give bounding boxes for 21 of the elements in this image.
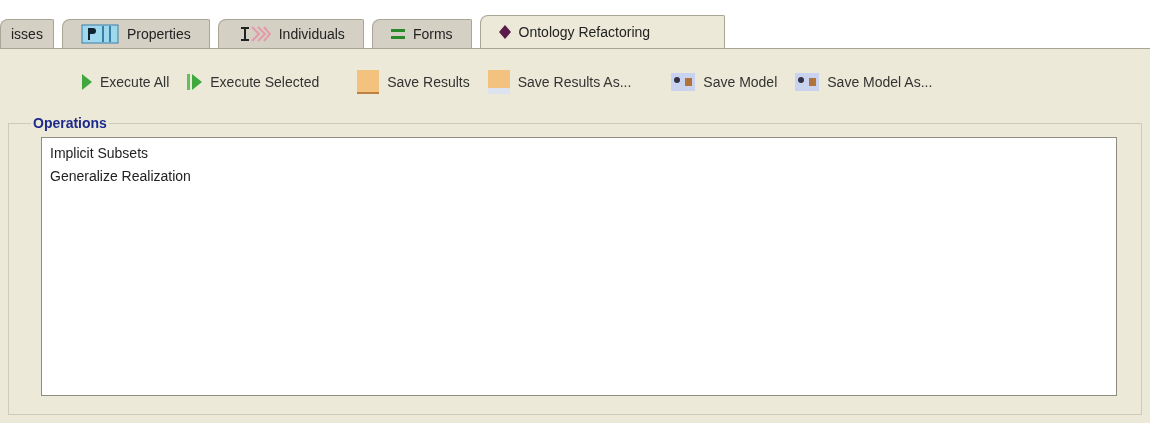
list-item[interactable]: Implicit Subsets	[48, 142, 151, 165]
play-bar-icon	[187, 74, 203, 90]
model-icon	[671, 73, 696, 91]
equals-icon	[390, 28, 405, 40]
group-title: Operations	[32, 115, 108, 131]
diamond-icon	[498, 25, 511, 39]
toolbar-button[interactable]: Save Model As...	[791, 73, 937, 91]
toolbar-button[interactable]: Save Results As...	[483, 70, 636, 94]
tab[interactable]: isses	[0, 19, 54, 48]
toolbar-button[interactable]: Save Model	[667, 73, 782, 91]
p-letter-icon	[80, 24, 119, 44]
play-icon	[82, 74, 92, 90]
tab[interactable]: Individuals	[217, 19, 364, 48]
tab[interactable]: Forms	[371, 19, 472, 48]
tab[interactable]: Properties	[61, 19, 210, 48]
tab[interactable]: Ontology Refactoring	[479, 15, 725, 48]
model-icon	[795, 73, 820, 91]
toolbar-button[interactable]: Execute Selected	[183, 74, 324, 90]
toolbar-button[interactable]: Execute All	[78, 74, 174, 90]
list-item[interactable]: Generalize Realization	[48, 165, 193, 188]
toolbar-button[interactable]: Save Results	[353, 70, 474, 94]
